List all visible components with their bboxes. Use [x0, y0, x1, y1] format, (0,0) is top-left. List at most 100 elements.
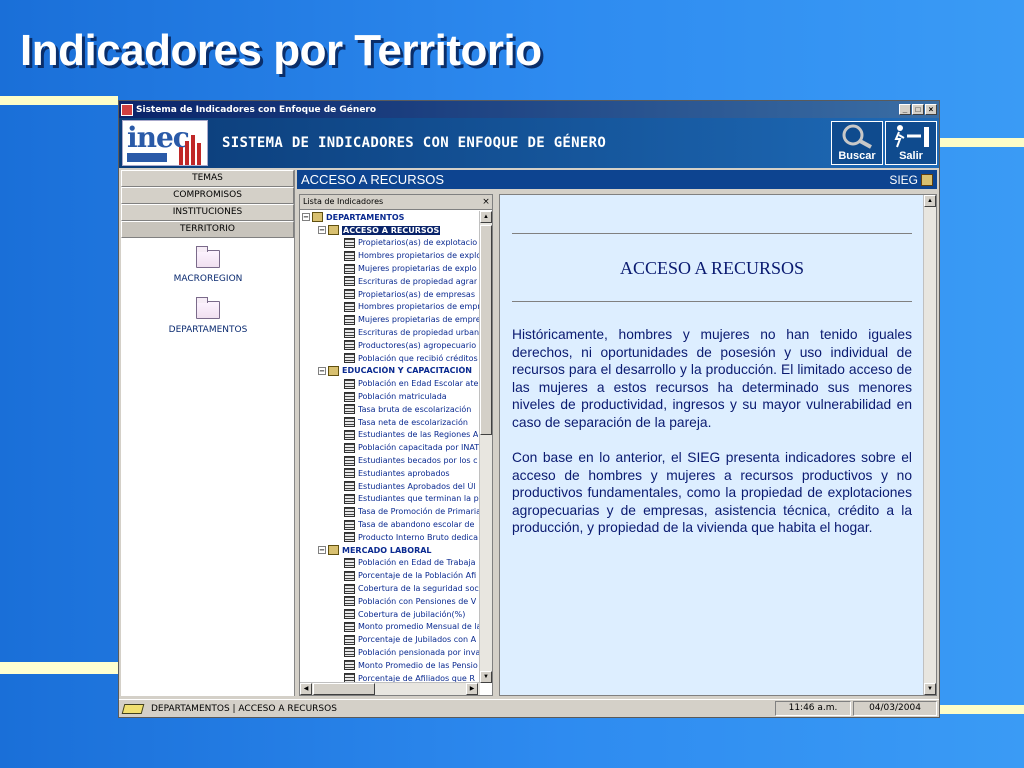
tree-item-label: Porcentaje de Jubilados con A: [358, 635, 477, 645]
content-header-title: ACCESO A RECURSOS: [301, 172, 445, 187]
tree-item-label: Tasa de Promoción de Primaria: [358, 507, 480, 517]
app-window: Sistema de Indicadores con Enfoque de Gé…: [118, 100, 940, 718]
tree-item[interactable]: Escrituras de propiedad urban: [300, 326, 480, 339]
minimize-button[interactable]: _: [899, 104, 911, 115]
tree-item-label: DEPARTAMENTOS: [326, 212, 405, 222]
tree-item[interactable]: Tasa de abandono escolar de: [300, 518, 480, 531]
tree-item[interactable]: Estudiantes Aprobados del Úl: [300, 480, 480, 493]
tree-item[interactable]: Hombres propietarios de explo: [300, 249, 480, 262]
tree-item[interactable]: Porcentaje de Jubilados con A: [300, 633, 480, 646]
scroll-thumb[interactable]: [480, 225, 492, 435]
collapse-toggle-icon[interactable]: −: [318, 546, 326, 555]
tree-item[interactable]: Población matriculada: [300, 390, 480, 403]
buscar-button[interactable]: Buscar: [831, 121, 883, 165]
indicator-icon: [344, 404, 355, 415]
tree-item[interactable]: Mujeres propietarias de empre: [300, 313, 480, 326]
scroll-right-button[interactable]: ▶: [466, 683, 478, 695]
collapse-toggle-icon[interactable]: −: [302, 213, 310, 222]
divider: [512, 233, 912, 234]
salir-button[interactable]: Salir: [885, 121, 937, 165]
tree-item[interactable]: Población en Edad Escolar ate: [300, 377, 480, 390]
folder-icon: [196, 246, 220, 268]
tree-item[interactable]: Cobertura de la seguridad soc: [300, 582, 480, 595]
tree-horizontal-scrollbar[interactable]: ◀ ▶: [300, 682, 480, 695]
tree-item-label: MERCADO LABORAL: [342, 545, 432, 555]
tree-item-label: Porcentaje de la Población Afi: [358, 571, 477, 581]
tree-item[interactable]: Estudiantes de las Regiones A: [300, 429, 480, 442]
indicator-icon: [344, 455, 355, 466]
tree-item[interactable]: Productores(as) agropecuario: [300, 339, 480, 352]
indicator-icon: [344, 634, 355, 645]
folder-departamentos[interactable]: DEPARTAMENTOS: [121, 297, 295, 335]
tree-item[interactable]: Mujeres propietarias de explo: [300, 262, 480, 275]
decor-stripe: [940, 138, 1024, 147]
tree-item-label: Producto Interno Bruto dedica: [358, 532, 478, 542]
tree-item[interactable]: Población que recibió créditos: [300, 352, 480, 365]
tree-item[interactable]: Estudiantes aprobados: [300, 467, 480, 480]
tree-item-label: Escrituras de propiedad agrar: [358, 276, 478, 286]
tree-item[interactable]: Tasa neta de escolarización: [300, 416, 480, 429]
tree-category[interactable]: − MERCADO LABORAL: [300, 544, 480, 557]
tree-item[interactable]: Monto promedio Mensual de la: [300, 621, 480, 634]
indicator-icon: [344, 596, 355, 607]
scroll-down-button[interactable]: ▼: [480, 671, 492, 683]
tree-item[interactable]: Población capacitada por INAT: [300, 441, 480, 454]
window-titlebar[interactable]: Sistema de Indicadores con Enfoque de Gé…: [119, 101, 939, 118]
tree-item[interactable]: Tasa bruta de escolarización: [300, 403, 480, 416]
collapse-toggle-icon[interactable]: −: [318, 226, 326, 235]
tree-item[interactable]: Estudiantes que terminan la p: [300, 493, 480, 506]
tree-item[interactable]: Escrituras de propiedad agrar: [300, 275, 480, 288]
tree-item-label: Mujeres propietarias de empre: [358, 315, 480, 325]
close-button[interactable]: ×: [925, 104, 937, 115]
navigation-panel: TEMAS COMPROMISOS INSTITUCIONES TERRITOR…: [121, 170, 295, 696]
tree-item-label: Propietarios(as) de explotacio: [358, 238, 478, 248]
folder-macroregion[interactable]: MACROREGION: [121, 246, 295, 284]
scroll-left-button[interactable]: ◀: [300, 683, 312, 695]
indicator-icon: [344, 429, 355, 440]
article-scrollbar[interactable]: ▲ ▼: [923, 195, 936, 695]
search-icon: [842, 124, 872, 149]
tree-item[interactable]: Población pensionada por inva: [300, 646, 480, 659]
nav-temas-button[interactable]: TEMAS: [121, 170, 294, 187]
tree-item[interactable]: Población con Pensiones de V: [300, 595, 480, 608]
tree-category[interactable]: − ACCESO A RECURSOS: [300, 224, 480, 237]
tree-item[interactable]: Hombres propietarios de empr: [300, 301, 480, 314]
nav-compromisos-button[interactable]: COMPROMISOS: [121, 187, 294, 204]
tree-item[interactable]: Tasa de Promoción de Primaria: [300, 505, 480, 518]
tree-item[interactable]: Monto Promedio de las Pensio: [300, 659, 480, 672]
tree-item-label: Tasa de abandono escolar de: [358, 520, 475, 530]
scroll-up-button[interactable]: ▲: [924, 195, 936, 207]
scroll-down-button[interactable]: ▼: [924, 683, 936, 695]
tree-category[interactable]: − EDUCACIÓN Y CAPACITACIÓN: [300, 365, 480, 378]
tree-item[interactable]: Población en Edad de Trabaja: [300, 557, 480, 570]
indicator-icon: [344, 276, 355, 287]
content-header-label: SIEG: [889, 172, 918, 187]
tree-item[interactable]: Estudiantes becados por los c: [300, 454, 480, 467]
indicator-icon: [344, 417, 355, 428]
nav-instituciones-button[interactable]: INSTITUCIONES: [121, 204, 294, 221]
tree-category[interactable]: − DEPARTAMENTOS: [300, 211, 480, 224]
folder-label: MACROREGION: [173, 274, 243, 284]
maximize-button[interactable]: □: [912, 104, 924, 115]
tree-item[interactable]: Cobertura de jubilación(%): [300, 608, 480, 621]
category-icon: [328, 225, 339, 236]
nav-territorio-button[interactable]: TERRITORIO: [121, 221, 294, 238]
indicator-list-header: Lista de Indicadores ×: [300, 195, 492, 210]
list-close-button[interactable]: ×: [480, 195, 492, 209]
tree-item[interactable]: Propietarios(as) de empresas: [300, 288, 480, 301]
inec-logo: inec: [122, 120, 208, 166]
tree-item-label: Estudiantes aprobados: [358, 468, 450, 478]
tree-item-label: Estudiantes becados por los c: [358, 456, 478, 466]
tree-item[interactable]: Propietarios(as) de explotacio: [300, 237, 480, 250]
tree-item[interactable]: Producto Interno Bruto dedica: [300, 531, 480, 544]
tree-item-label: Estudiantes de las Regiones A: [358, 430, 479, 440]
tree-item[interactable]: Porcentaje de la Población Afi: [300, 569, 480, 582]
collapse-toggle-icon[interactable]: −: [318, 366, 326, 375]
scroll-up-button[interactable]: ▲: [480, 211, 492, 223]
category-icon: [312, 212, 323, 223]
decor-stripe: [0, 96, 118, 105]
app-header: inec SISTEMA DE INDICADORES CON ENFOQUE …: [119, 118, 939, 168]
scroll-thumb[interactable]: [313, 683, 375, 695]
tree-item-label: Estudiantes que terminan la p: [358, 494, 479, 504]
tree-vertical-scrollbar[interactable]: ▲ ▼: [479, 211, 492, 683]
